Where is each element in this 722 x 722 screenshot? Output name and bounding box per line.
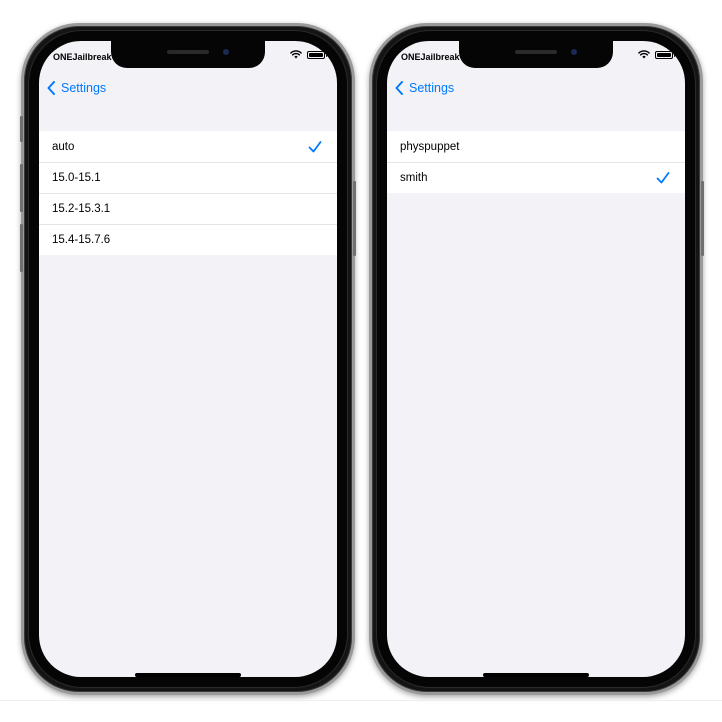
status-icons [290, 50, 327, 59]
home-indicator[interactable] [483, 673, 589, 677]
front-camera [223, 49, 229, 55]
option-row[interactable]: 15.0-15.1 [39, 162, 337, 193]
power-button [353, 181, 356, 256]
options-list: physpuppet smith [387, 131, 685, 193]
option-label: physpuppet [400, 140, 460, 153]
speaker-grille [167, 50, 209, 54]
wifi-icon [638, 50, 650, 59]
options-list: auto 15.0-15.1 15.2-15.3.1 15.4-15.7.6 [39, 131, 337, 255]
wifi-icon [290, 50, 302, 59]
option-row[interactable]: smith [387, 162, 685, 193]
phone-right: ONEJailbreak Settings physpuppet smith [369, 23, 704, 695]
option-label: smith [400, 171, 428, 184]
checkmark-icon [656, 171, 670, 183]
option-label: auto [52, 140, 75, 153]
volume-up-button [20, 164, 23, 212]
chevron-left-icon [395, 81, 403, 95]
option-row[interactable]: 15.4-15.7.6 [39, 224, 337, 255]
battery-icon [655, 50, 675, 59]
battery-icon [307, 50, 327, 59]
option-label: 15.0-15.1 [52, 171, 101, 184]
power-button [701, 181, 704, 256]
option-label: 15.4-15.7.6 [52, 233, 111, 246]
speaker-grille [515, 50, 557, 54]
front-camera [571, 49, 577, 55]
notch [111, 41, 265, 68]
notch [459, 41, 613, 68]
side-button [20, 116, 23, 142]
chevron-left-icon [47, 81, 55, 95]
home-indicator[interactable] [135, 673, 241, 677]
option-row[interactable]: physpuppet [387, 131, 685, 162]
checkmark-icon [308, 140, 322, 152]
floor-line [0, 700, 722, 701]
phone-left: ONEJailbreak Settings auto 15.0-15.1 15.… [20, 23, 356, 695]
screen: ONEJailbreak Settings physpuppet smith [387, 41, 685, 677]
back-label: Settings [409, 81, 455, 95]
back-button[interactable]: Settings [395, 81, 454, 95]
back-label: Settings [61, 81, 107, 95]
option-label: 15.2-15.3.1 [52, 202, 111, 215]
screen: ONEJailbreak Settings auto 15.0-15.1 15.… [39, 41, 337, 677]
option-row[interactable]: 15.2-15.3.1 [39, 193, 337, 224]
status-icons [638, 50, 675, 59]
volume-down-button [20, 224, 23, 272]
back-button[interactable]: Settings [47, 81, 106, 95]
carrier-label: ONEJailbreak [53, 52, 112, 62]
option-row[interactable]: auto [39, 131, 337, 162]
carrier-label: ONEJailbreak [401, 52, 460, 62]
